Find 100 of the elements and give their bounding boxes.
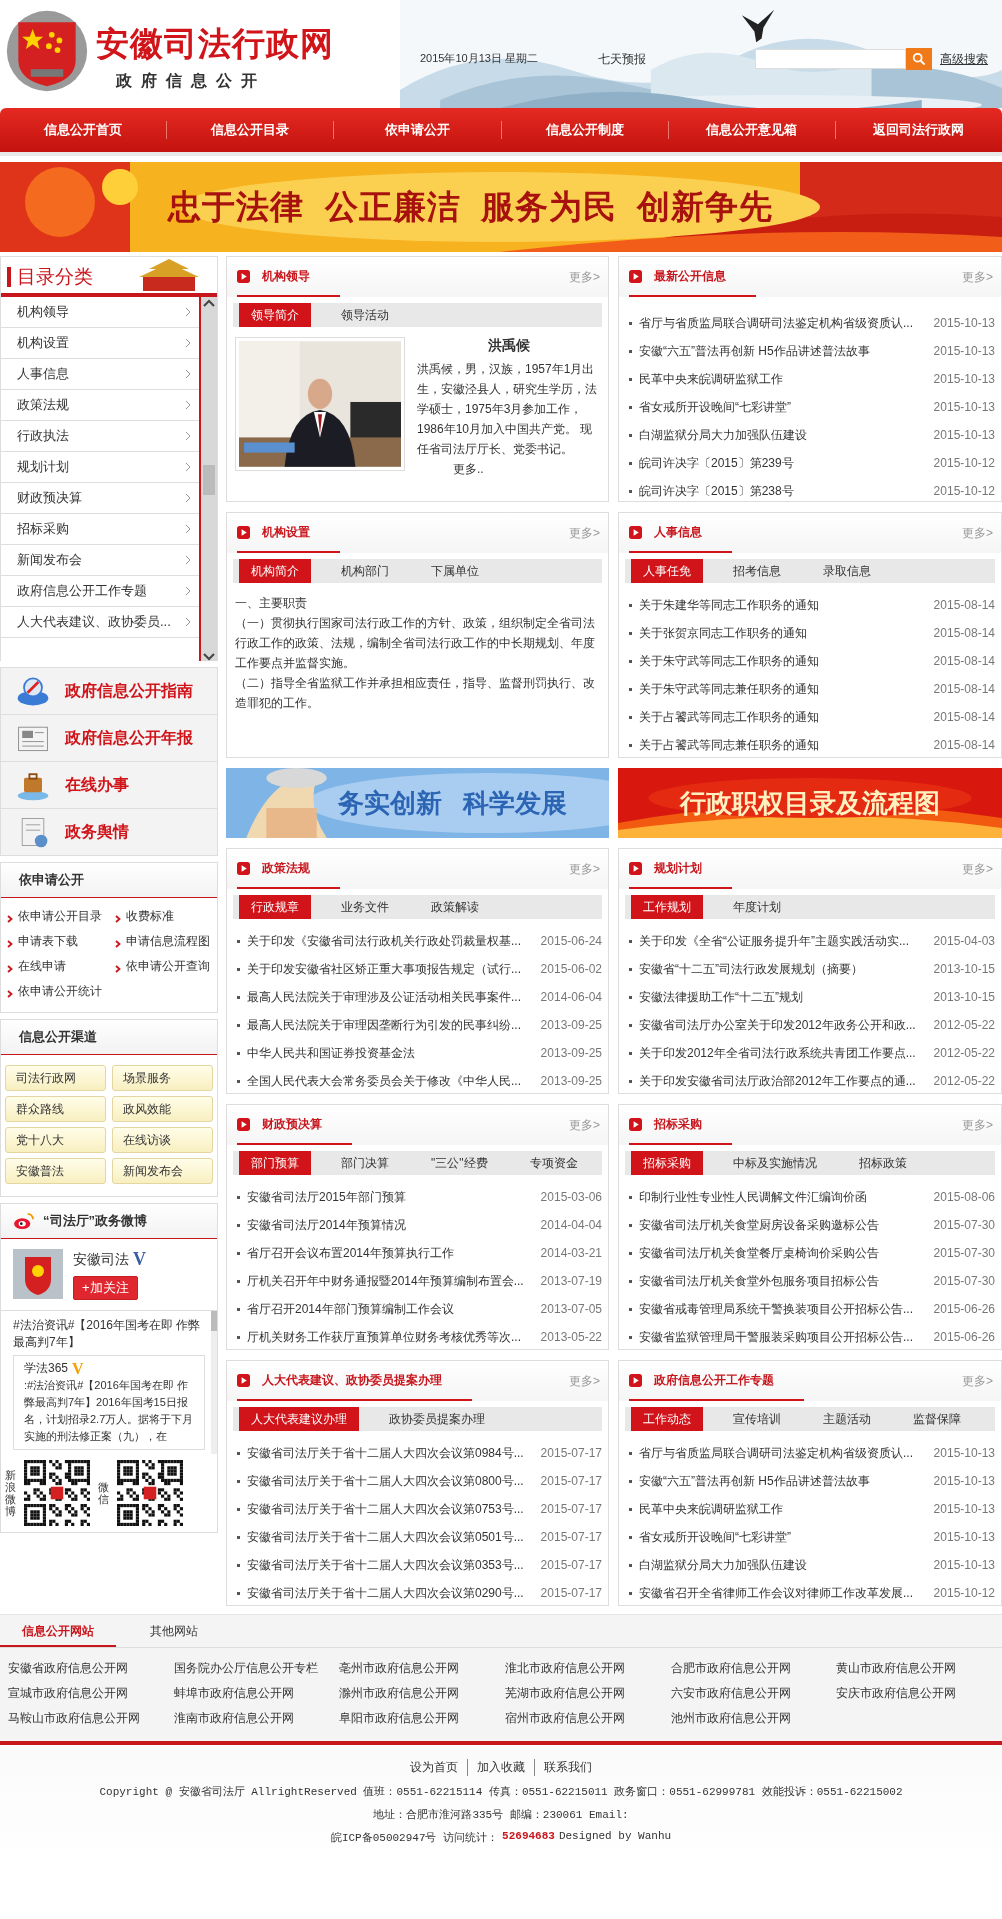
news-link[interactable]: 安徽省司法厅办公室关于印发2012年政务公开和政... xyxy=(639,1016,928,1034)
tab[interactable]: 领导活动 xyxy=(329,303,401,327)
news-link[interactable]: 安徽省司法厅关于省十二届人大四次会议第0290号... xyxy=(247,1584,535,1602)
news-link[interactable]: 安徽省召开全省律师工作会议对律师工作改革发展... xyxy=(639,1584,928,1602)
news-link[interactable]: 安徽法律援助工作“十二五”规划 xyxy=(639,988,928,1006)
tab[interactable]: "三公"经费 xyxy=(419,1151,500,1175)
catalog-item[interactable]: 机构领导 xyxy=(1,297,200,328)
apply-link[interactable]: 依申请公开统计 xyxy=(7,983,115,1000)
tab[interactable]: 机构部门 xyxy=(329,559,401,583)
scrollbar[interactable] xyxy=(201,297,217,661)
news-link[interactable]: 安徽省司法厅关于省十二届人大四次会议第0753号... xyxy=(247,1500,535,1518)
tab[interactable]: 主题活动 xyxy=(811,1407,883,1431)
news-link[interactable]: 厅机关召开年中财务通报暨2014年预算编制布置会... xyxy=(247,1272,535,1290)
advanced-search-link[interactable]: 高级搜索 xyxy=(940,50,988,68)
tab[interactable]: 监督保障 xyxy=(901,1407,973,1431)
tab[interactable]: 领导简介 xyxy=(239,303,311,327)
news-link[interactable]: 省女戒所开设晚间“七彩讲堂” xyxy=(639,398,928,416)
site-link[interactable]: 合肥市政府信息公开网 xyxy=(670,1660,837,1677)
news-link[interactable]: 关于朱建华等同志工作职务的通知 xyxy=(639,596,928,614)
nav-link[interactable]: 返回司法行政网 xyxy=(834,121,1002,139)
news-link[interactable]: 安徽省戒毒管理局系统干警换装项目公开招标公告... xyxy=(639,1300,928,1318)
channel-button[interactable]: 党十八大 xyxy=(5,1127,106,1153)
tab[interactable]: 人大代表建议办理 xyxy=(239,1407,359,1431)
news-link[interactable]: 安徽省司法厅关于省十二届人大四次会议第0353号... xyxy=(247,1556,535,1574)
catalog-item[interactable]: 行政执法 xyxy=(1,421,200,452)
channel-button[interactable]: 在线访谈 xyxy=(112,1127,213,1153)
apply-link[interactable]: 依申请公开查询 xyxy=(115,958,217,975)
apply-link[interactable]: 收费标准 xyxy=(115,908,217,925)
channel-button[interactable]: 群众路线 xyxy=(5,1096,106,1122)
site-link[interactable]: 淮北市政府信息公开网 xyxy=(505,1660,671,1677)
footer-link[interactable]: 加入收藏 xyxy=(467,1759,534,1776)
catalog-item[interactable]: 政策法规 xyxy=(1,390,200,421)
nav-link[interactable]: 信息公开意见箱 xyxy=(667,121,835,139)
catalog-item[interactable]: 人大代表建议、政协委员... xyxy=(1,607,200,638)
news-link[interactable]: 关于占饕武等同志兼任职务的通知 xyxy=(639,736,928,754)
tab[interactable]: 中标及实施情况 xyxy=(721,1151,829,1175)
catalog-item[interactable]: 人事信息 xyxy=(1,359,200,390)
news-link[interactable]: 全国人民代表大会常务委员会关于修改《中华人民... xyxy=(247,1072,535,1090)
quick-link[interactable]: 在线办事 xyxy=(1,762,217,809)
site-link[interactable]: 宣城市政府信息公开网 xyxy=(8,1685,174,1702)
news-link[interactable]: 关于占饕武等同志工作职务的通知 xyxy=(639,708,928,726)
news-link[interactable]: 安徽省司法厅2014年预算情况 xyxy=(247,1216,535,1234)
news-link[interactable]: 安徽省司法厅关于省十二届人大四次会议第0501号... xyxy=(247,1528,535,1546)
quick-link[interactable]: 政府信息公开指南 xyxy=(1,668,217,715)
news-link[interactable]: 皖司许决字〔2015〕第239号 xyxy=(639,454,928,472)
apply-link[interactable]: 申请信息流程图 xyxy=(115,933,217,950)
news-link[interactable]: 安徽“六五”普法再创新 H5作品讲述普法故事 xyxy=(639,342,928,360)
news-link[interactable]: 省厅召开2014年部门预算编制工作会议 xyxy=(247,1300,535,1318)
tab[interactable]: 政协委员提案办理 xyxy=(377,1407,497,1431)
news-link[interactable]: 中华人民共和国证券投资基金法 xyxy=(247,1044,535,1062)
weather-link[interactable]: 七天预报 xyxy=(598,51,646,68)
site-link[interactable]: 马鞍山市政府信息公开网 xyxy=(8,1710,174,1727)
tab[interactable]: 政策解读 xyxy=(419,895,491,919)
tab[interactable]: 录取信息 xyxy=(811,559,883,583)
tab[interactable]: 机构简介 xyxy=(239,559,311,583)
footer-link[interactable]: 设为首页 xyxy=(401,1759,467,1776)
apply-link[interactable]: 在线申请 xyxy=(7,958,115,975)
tab[interactable]: 工作动态 xyxy=(631,1407,703,1431)
tab[interactable]: 人事任免 xyxy=(631,559,703,583)
tab[interactable]: 行政规章 xyxy=(239,895,311,919)
channel-button[interactable]: 场景服务 xyxy=(112,1065,213,1091)
apply-link[interactable]: 依申请公开目录 xyxy=(7,908,115,925)
news-link[interactable]: 印制行业性专业性人民调解文件汇编询价函 xyxy=(639,1188,928,1206)
site-link[interactable]: 国务院办公厅信息公开专栏 xyxy=(173,1660,340,1677)
search-button[interactable] xyxy=(906,48,932,70)
catalog-item[interactable]: 财政预决算 xyxy=(1,483,200,514)
channel-button[interactable]: 司法行政网 xyxy=(5,1065,106,1091)
tab[interactable]: 招考信息 xyxy=(721,559,793,583)
tab[interactable]: 下属单位 xyxy=(419,559,491,583)
catalog-item[interactable]: 规划计划 xyxy=(1,452,200,483)
news-link[interactable]: 安徽省监狱管理局干警服装采购项目公开招标公告... xyxy=(639,1328,928,1346)
catalog-item[interactable]: 机构设置 xyxy=(1,328,200,359)
tab[interactable]: 年度计划 xyxy=(721,895,793,919)
channel-button[interactable]: 新闻发布会 xyxy=(112,1158,213,1184)
nav-link[interactable]: 依申请公开 xyxy=(333,121,501,139)
follow-button[interactable]: +加关注 xyxy=(73,1276,138,1300)
tab[interactable]: 宣传培训 xyxy=(721,1407,793,1431)
site-link[interactable]: 六安市政府信息公开网 xyxy=(670,1685,837,1702)
news-link[interactable]: 厅机关财务工作获厅直预算单位财务考核优秀等次... xyxy=(247,1328,535,1346)
apply-link[interactable]: 申请表下载 xyxy=(7,933,115,950)
site-link[interactable]: 宿州市政府信息公开网 xyxy=(505,1710,671,1727)
news-link[interactable]: 关于印发安徽省社区矫正重大事项报告规定（试行... xyxy=(247,960,535,978)
channel-button[interactable]: 政风效能 xyxy=(112,1096,213,1122)
footer-link[interactable]: 联系我们 xyxy=(534,1759,601,1776)
news-link[interactable]: 民革中央来皖调研监狱工作 xyxy=(639,1500,928,1518)
news-link[interactable]: 省厅与省质监局联合调研司法鉴定机构省级资质认... xyxy=(639,1444,928,1462)
news-link[interactable]: 安徽省“十二五”司法行政发展规划（摘要） xyxy=(639,960,928,978)
news-link[interactable]: 安徽“六五”普法再创新 H5作品讲述普法故事 xyxy=(639,1472,928,1490)
site-link[interactable]: 淮南市政府信息公开网 xyxy=(173,1710,340,1727)
channel-button[interactable]: 安徽普法 xyxy=(5,1158,106,1184)
quick-link[interactable]: 政府信息公开年报 xyxy=(1,715,217,762)
news-link[interactable]: 关于印发《安徽省司法行政机关行政处罚裁量权基... xyxy=(247,932,535,950)
nav-link[interactable]: 信息公开首页 xyxy=(0,121,167,139)
news-link[interactable]: 关于朱守武等同志工作职务的通知 xyxy=(639,652,928,670)
catalog-item[interactable]: 新闻发布会 xyxy=(1,545,200,576)
nav-link[interactable]: 信息公开目录 xyxy=(166,121,334,139)
tab[interactable]: 部门决算 xyxy=(329,1151,401,1175)
news-link[interactable]: 最高人民法院关于审理涉及公证活动相关民事案件... xyxy=(247,988,535,1006)
site-link[interactable]: 滁州市政府信息公开网 xyxy=(339,1685,505,1702)
news-link[interactable]: 省厅召开会议布置2014年预算执行工作 xyxy=(247,1244,535,1262)
